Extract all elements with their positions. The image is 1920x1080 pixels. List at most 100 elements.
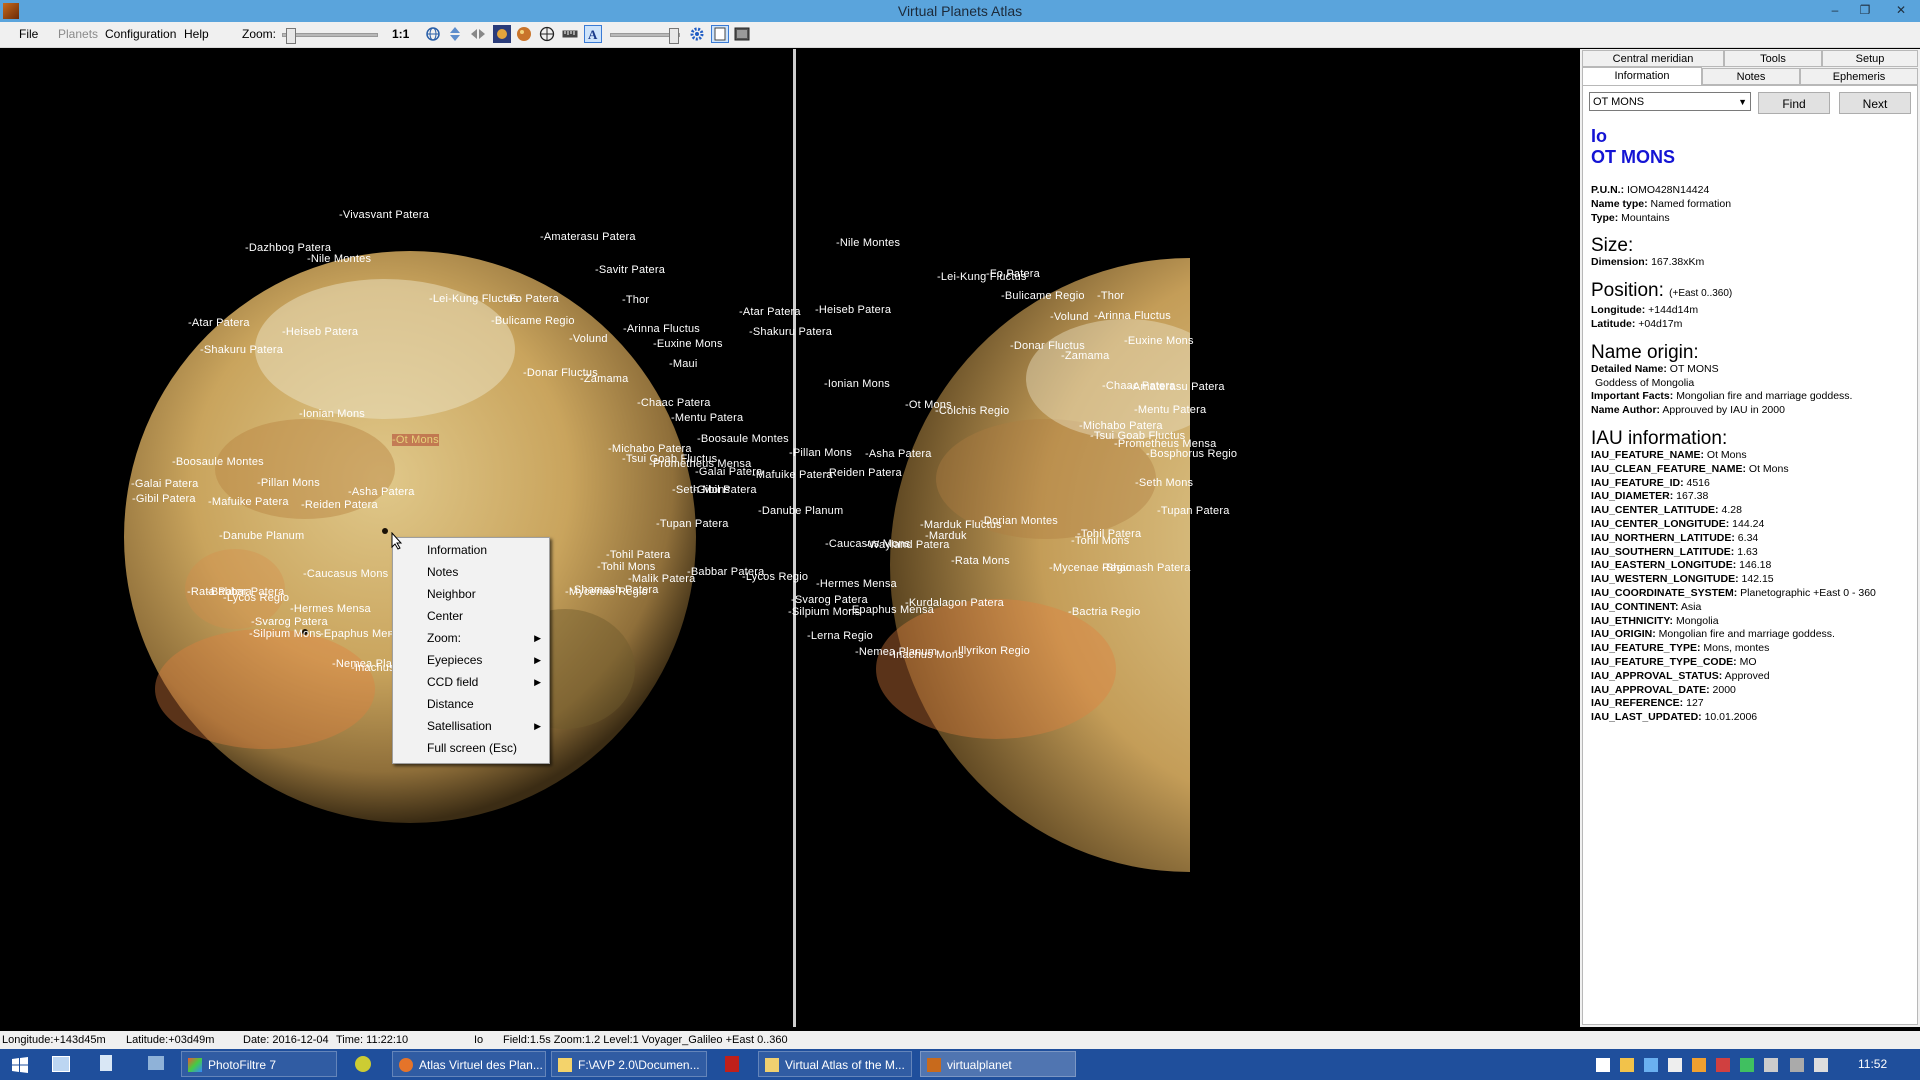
feature-label[interactable]: -Ionian Mons: [299, 408, 365, 420]
feature-label[interactable]: -Shakuru Patera: [749, 326, 832, 338]
feature-label[interactable]: -Pillan Mons: [257, 477, 320, 489]
pdf-icon[interactable]: [725, 1056, 739, 1072]
feature-label[interactable]: -Shamash Patera: [1102, 562, 1191, 574]
windows-start-icon[interactable]: [12, 1057, 28, 1073]
zoom-slider-thumb[interactable]: [286, 28, 297, 44]
tab-central-meridian[interactable]: Central meridian: [1582, 50, 1724, 67]
brightness-slider-thumb[interactable]: [668, 28, 679, 44]
feature-label[interactable]: -Babbar Patera: [207, 586, 284, 598]
screen-icon[interactable]: [733, 25, 751, 43]
tab-tools[interactable]: Tools: [1724, 50, 1822, 67]
ctx-satellisation[interactable]: Satellisation: [427, 717, 492, 735]
feature-label[interactable]: -Reiden Patera: [825, 467, 902, 479]
next-button[interactable]: Next: [1839, 92, 1911, 114]
feature-label[interactable]: -Heiseb Patera: [282, 326, 358, 338]
feature-label[interactable]: -Mafuike Patera: [208, 496, 289, 508]
feature-label[interactable]: -Chaac Patera: [637, 397, 711, 409]
menu-planets[interactable]: Planets: [58, 27, 98, 41]
feature-label[interactable]: -Fo Patera: [986, 268, 1040, 280]
feature-label[interactable]: -Boosaule Montes: [697, 433, 789, 445]
task-photofiltre[interactable]: PhotoFiltre 7: [181, 1051, 337, 1077]
feature-label[interactable]: -Wayland Patera: [865, 539, 950, 551]
ctx-distance[interactable]: Distance: [427, 695, 474, 713]
feature-label[interactable]: -Mafuike Patera: [752, 469, 833, 481]
feature-label[interactable]: -Euxine Mons: [653, 338, 723, 350]
tab-setup[interactable]: Setup: [1822, 50, 1918, 67]
feature-label[interactable]: -Rata Mons: [951, 555, 1010, 567]
task-virtualplanet[interactable]: virtualplanet: [920, 1051, 1076, 1077]
ctx-zoom[interactable]: Zoom:: [427, 629, 461, 647]
brightness-slider[interactable]: [610, 28, 680, 44]
feature-label[interactable]: -Tohil Mons: [1071, 535, 1129, 547]
feature-label[interactable]: -Danube Planum: [758, 505, 843, 517]
feature-label[interactable]: -Gibil Patera: [693, 484, 757, 496]
feature-label[interactable]: -Mentu Patera: [671, 412, 743, 424]
feature-label[interactable]: -Bactria Regio: [1068, 606, 1141, 618]
tray-app-icon[interactable]: [1620, 1058, 1634, 1072]
clock[interactable]: 11:52: [1858, 1057, 1887, 1071]
feature-label[interactable]: -Ot Mons: [392, 434, 439, 446]
feature-label[interactable]: -Mycenae Regio: [565, 586, 648, 598]
feature-label[interactable]: -Thor: [622, 294, 649, 306]
feature-label[interactable]: -Euxine Mons: [1124, 335, 1194, 347]
feature-label[interactable]: -Tupan Patera: [1157, 505, 1230, 517]
feature-label[interactable]: -Silpium Mons: [249, 628, 321, 640]
feature-label[interactable]: -Svarog Patera: [251, 616, 328, 628]
ctx-information[interactable]: Information: [427, 541, 487, 559]
ctx-center[interactable]: Center: [427, 607, 463, 625]
feature-label[interactable]: -Seth Mons: [1135, 477, 1193, 489]
texture-icon[interactable]: [515, 25, 533, 43]
feature-label[interactable]: -Savitr Patera: [595, 264, 665, 276]
ctx-notes[interactable]: Notes: [427, 563, 458, 581]
page-icon[interactable]: [711, 25, 729, 43]
ruler-icon[interactable]: [561, 25, 579, 43]
feature-label[interactable]: -Inachus Mons: [889, 649, 964, 661]
chevron-down-icon[interactable]: ▼: [1738, 93, 1747, 112]
feature-label[interactable]: -Arinna Fluctus: [1094, 310, 1171, 322]
network-icon[interactable]: [1764, 1058, 1778, 1072]
feature-label[interactable]: -Tupan Patera: [656, 518, 729, 530]
feature-label[interactable]: -Lerna Regio: [807, 630, 873, 642]
feature-label[interactable]: -Hermes Mensa: [290, 603, 371, 615]
find-button[interactable]: Find: [1758, 92, 1830, 114]
feature-label[interactable]: -Atar Patera: [188, 317, 250, 329]
feature-label[interactable]: -Zamama: [1061, 350, 1109, 362]
grid-globe-icon[interactable]: [538, 25, 556, 43]
minimize-button[interactable]: –: [1822, 0, 1848, 22]
feature-label[interactable]: -Asha Patera: [348, 486, 415, 498]
feature-label[interactable]: -Volund: [1050, 311, 1089, 323]
tray-app-icon[interactable]: [1716, 1058, 1730, 1072]
ctx-neighbor[interactable]: Neighbor: [427, 585, 476, 603]
feature-label[interactable]: -Nile Montes: [836, 237, 900, 249]
feature-label[interactable]: -Arinna Fluctus: [623, 323, 700, 335]
flip-vertical-icon[interactable]: [446, 25, 464, 43]
tab-ephemeris[interactable]: Ephemeris: [1800, 68, 1918, 85]
feature-label[interactable]: -Tohil Mons: [597, 561, 655, 573]
task-virtual-atlas-moon[interactable]: Virtual Atlas of the M...: [758, 1051, 912, 1077]
flag-icon[interactable]: [1790, 1058, 1804, 1072]
feature-label[interactable]: -Tohil Patera: [606, 549, 670, 561]
desktop-icon[interactable]: [52, 1056, 70, 1072]
feature-label[interactable]: -Mentu Patera: [1134, 404, 1206, 416]
tray-app-icon[interactable]: [1692, 1058, 1706, 1072]
task-atlas-virtuel[interactable]: Atlas Virtuel des Plan...: [392, 1051, 546, 1077]
feature-label[interactable]: -Bulicame Regio: [1001, 290, 1085, 302]
feature-select[interactable]: OT MONS ▼: [1589, 92, 1751, 111]
color-image-icon[interactable]: [493, 25, 511, 43]
feature-label[interactable]: -Vivasvant Patera: [339, 209, 429, 221]
menu-configuration[interactable]: Configuration: [105, 27, 176, 41]
feature-label[interactable]: -Maui: [669, 358, 698, 370]
close-button[interactable]: ✕: [1888, 0, 1914, 22]
task-explorer-folder[interactable]: F:\AVP 2.0\Documen...: [551, 1051, 707, 1077]
feature-label[interactable]: -Heiseb Patera: [815, 304, 891, 316]
tray-app-icon[interactable]: [1668, 1058, 1682, 1072]
feature-label[interactable]: -Epaphus Mensa: [848, 604, 934, 616]
feature-label[interactable]: -Asha Patera: [865, 448, 932, 460]
feature-label[interactable]: -Pillan Mons: [789, 447, 852, 459]
explorer-icon[interactable]: [148, 1056, 164, 1070]
volume-icon[interactable]: [1814, 1058, 1828, 1072]
notepad-icon[interactable]: [100, 1055, 112, 1071]
ratio-button[interactable]: 1:1: [392, 27, 409, 41]
tray-windows-icon[interactable]: [1596, 1058, 1610, 1072]
feature-label[interactable]: -Caucasus Mons: [303, 568, 388, 580]
